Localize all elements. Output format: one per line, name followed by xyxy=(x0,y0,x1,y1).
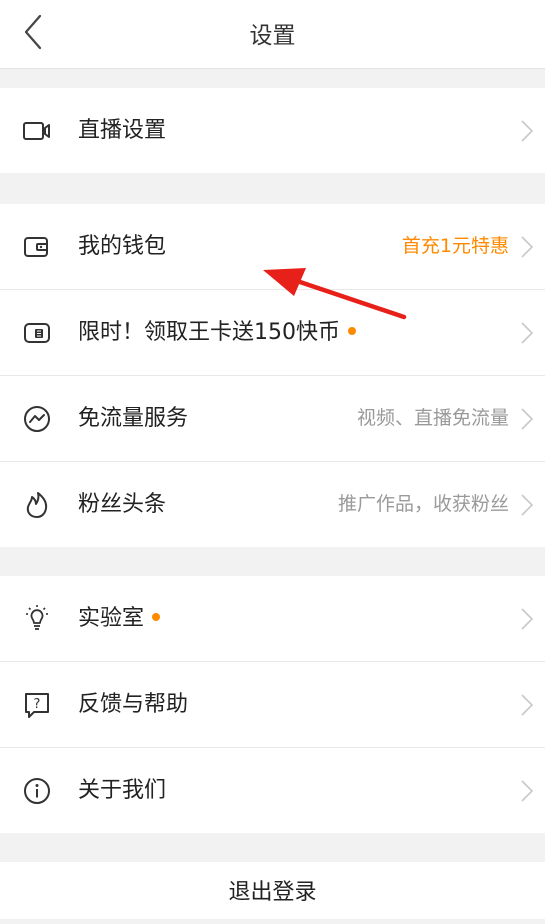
row-about-us[interactable]: 关于我们 xyxy=(0,748,545,833)
chevron-right-icon xyxy=(521,236,534,258)
row-label: 直播设置 xyxy=(78,118,167,143)
row-label-text: 限时！领取王卡送150快币 xyxy=(78,320,340,345)
chevron-right-icon xyxy=(521,694,534,716)
settings-group-services: 我的钱包 首充1元特惠 限时！领取王卡送150快币 免流量服务 视频、直播免流量 xyxy=(0,204,545,547)
row-feedback-help[interactable]: ? 反馈与帮助 xyxy=(0,662,545,748)
row-free-traffic[interactable]: 免流量服务 视频、直播免流量 xyxy=(0,376,545,462)
chevron-right-icon xyxy=(521,494,534,516)
row-label: 限时！领取王卡送150快币 xyxy=(78,290,356,375)
wallet-promo-text: 首充1元特惠 xyxy=(401,235,509,257)
lightbulb-icon xyxy=(26,605,48,630)
logout-button[interactable]: 退出登录 xyxy=(0,862,545,919)
settings-group-misc: 实验室 ? 反馈与帮助 关于我们 xyxy=(0,576,545,833)
row-fan-headline[interactable]: 粉丝头条 推广作品，收获粉丝 xyxy=(0,462,545,547)
wallet-icon xyxy=(24,237,48,257)
sim-card-icon xyxy=(24,323,50,343)
chevron-right-icon xyxy=(521,780,534,802)
chevron-right-icon xyxy=(521,120,534,142)
traffic-icon xyxy=(24,406,50,432)
row-label: 实验室 xyxy=(78,576,161,661)
row-label: 粉丝头条 xyxy=(78,492,167,517)
new-dot-badge xyxy=(152,613,161,621)
chevron-right-icon xyxy=(521,608,534,630)
row-label-text: 实验室 xyxy=(78,606,145,631)
page-title: 设置 xyxy=(249,23,296,49)
chevron-right-icon xyxy=(521,322,534,344)
row-my-wallet[interactable]: 我的钱包 首充1元特惠 xyxy=(0,204,545,290)
settings-group-live: 直播设置 xyxy=(0,88,545,173)
row-hint: 视频、直播免流量 xyxy=(356,407,509,429)
row-king-card-promo[interactable]: 限时！领取王卡送150快币 xyxy=(0,290,545,376)
svg-text:?: ? xyxy=(34,697,41,712)
logout-label: 退出登录 xyxy=(228,880,317,905)
row-label: 关于我们 xyxy=(78,778,167,803)
new-dot-badge xyxy=(348,327,356,335)
row-label: 我的钱包 xyxy=(78,234,167,259)
row-hint: 推广作品，收获粉丝 xyxy=(337,493,509,515)
row-lab[interactable]: 实验室 xyxy=(0,576,545,662)
chevron-right-icon xyxy=(521,408,534,430)
flame-icon xyxy=(26,492,48,518)
row-live-settings[interactable]: 直播设置 xyxy=(0,88,545,173)
row-label: 免流量服务 xyxy=(78,406,189,431)
info-icon xyxy=(24,778,50,804)
row-label: 反馈与帮助 xyxy=(78,692,189,717)
header-bar: 设置 xyxy=(0,0,545,69)
feedback-icon: ? xyxy=(25,693,49,718)
video-camera-icon xyxy=(23,122,50,140)
